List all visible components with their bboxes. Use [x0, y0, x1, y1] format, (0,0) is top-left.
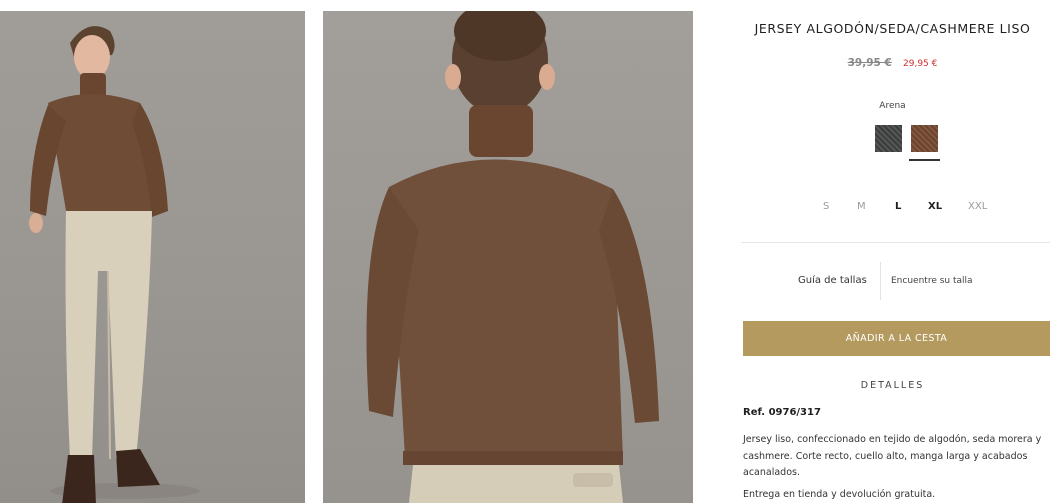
- size-option-xxl[interactable]: XXL: [968, 201, 987, 212]
- product-reference: Ref. 0976/317: [743, 407, 821, 418]
- product-info-panel: JERSEY ALGODÓN/SEDA/CASHMERE LISO 39,95 …: [735, 0, 1050, 503]
- product-photo-back[interactable]: [323, 11, 693, 503]
- model-front-illustration: [29, 26, 200, 503]
- model-back-illustration: [366, 11, 659, 503]
- size-option-s[interactable]: S: [823, 201, 829, 212]
- price-block: 39,95 € 29,95 €: [735, 57, 1050, 69]
- size-selector: S M L XL XXL: [735, 201, 1050, 217]
- sale-price: 29,95 €: [903, 59, 938, 69]
- shipping-info: Entrega en tienda y devolución gratuita.: [743, 489, 936, 500]
- color-swatch-brown[interactable]: [911, 125, 938, 152]
- size-option-m[interactable]: M: [857, 201, 866, 212]
- description-line: Jersey liso, confeccionado en tejido de …: [743, 434, 1042, 445]
- description-line: acanalados.: [743, 467, 800, 478]
- divider: [880, 262, 881, 300]
- size-guide-link[interactable]: Guía de tallas: [798, 275, 867, 286]
- product-photo-front[interactable]: [0, 11, 305, 503]
- size-guide-row: Guía de tallas Encuentre su talla: [741, 262, 1050, 300]
- selected-color-label: Arena: [879, 101, 906, 111]
- product-title: JERSEY ALGODÓN/SEDA/CASHMERE LISO: [754, 21, 1031, 36]
- size-option-xl[interactable]: XL: [928, 201, 942, 212]
- details-heading[interactable]: DETALLES: [735, 380, 1050, 391]
- color-swatch-grey[interactable]: [875, 125, 902, 152]
- description-line: cashmere. Corte recto, cuello alto, mang…: [743, 450, 1028, 462]
- size-option-l[interactable]: L: [895, 201, 901, 212]
- product-description: Jersey liso, confeccionado en tejido de …: [743, 432, 1050, 482]
- divider: [741, 242, 1050, 243]
- selected-swatch-indicator: [909, 159, 940, 161]
- original-price: 39,95 €: [847, 57, 892, 69]
- add-to-cart-button[interactable]: AÑADIR A LA CESTA: [743, 321, 1050, 356]
- find-your-size-link[interactable]: Encuentre su talla: [891, 276, 973, 286]
